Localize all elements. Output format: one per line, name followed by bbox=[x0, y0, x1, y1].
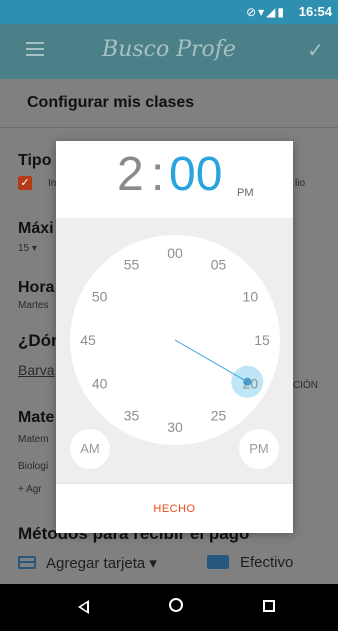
clock-face[interactable]: 00 05 10 15 20 25 30 35 40 45 50 55 bbox=[70, 235, 280, 445]
cash-option[interactable]: Efectivo bbox=[240, 554, 293, 571]
tipo-checkbox[interactable]: ✓ bbox=[18, 176, 32, 190]
minute-label-30[interactable]: 30 bbox=[167, 419, 183, 435]
navigation-bar bbox=[0, 584, 338, 631]
tipo-option-right: lio bbox=[295, 178, 306, 189]
donde-label: ¿Dón bbox=[18, 331, 62, 350]
app-bar: Busco Profe ✓ bbox=[0, 24, 338, 79]
status-icons: ⊘▾◢▮ bbox=[246, 5, 286, 19]
add-materia[interactable]: + Agr bbox=[18, 484, 42, 495]
minute-label-10[interactable]: 10 bbox=[243, 289, 259, 305]
minute-label-50[interactable]: 50 bbox=[92, 289, 108, 305]
section-header: Configurar mis clases bbox=[0, 79, 338, 128]
status-bar: ⊘▾◢▮ 16:54 bbox=[0, 0, 338, 24]
done-button[interactable]: HECHO bbox=[56, 503, 293, 515]
back-icon[interactable] bbox=[70, 596, 100, 618]
clock-dial[interactable]: 00 05 10 15 20 25 30 35 40 45 50 55 bbox=[70, 235, 280, 445]
donde-value[interactable]: Barva bbox=[18, 362, 55, 378]
minute-label-05[interactable]: 05 bbox=[211, 257, 227, 273]
minute-label-20[interactable]: 20 bbox=[243, 376, 259, 392]
credit-card-icon bbox=[18, 556, 36, 569]
add-card-dropdown[interactable]: Agregar tarjeta ▾ bbox=[46, 554, 157, 572]
materia-label: Mate bbox=[18, 409, 55, 426]
minute-label-55[interactable]: 55 bbox=[124, 257, 140, 273]
hour-display[interactable]: 2 bbox=[117, 147, 144, 202]
minute-label-35[interactable]: 35 bbox=[124, 407, 140, 423]
minute-label-25[interactable]: 25 bbox=[211, 407, 227, 423]
home-icon[interactable] bbox=[163, 596, 193, 618]
minute-label-15[interactable]: 15 bbox=[254, 332, 270, 348]
time-picker-dialog: 2 : 00 PM 00 05 10 15 20 25 30 35 40 45 50 55 AM PM… bbox=[56, 141, 293, 533]
app-title: Busco Profe bbox=[102, 37, 236, 62]
minute-label-00[interactable]: 00 bbox=[167, 245, 183, 261]
am-button[interactable]: AM bbox=[70, 429, 110, 469]
dialog-footer: HECHO bbox=[56, 483, 293, 533]
status-time: 16:54 bbox=[298, 4, 332, 19]
ampm-indicator[interactable]: PM bbox=[237, 187, 254, 199]
time-separator: : bbox=[151, 148, 165, 201]
maximo-label: Máxi bbox=[18, 220, 54, 237]
hora-value: Martes bbox=[18, 300, 49, 311]
cash-icon bbox=[207, 555, 229, 569]
section-title: Configurar mis clases bbox=[27, 94, 195, 111]
minute-display[interactable]: 00 bbox=[169, 147, 222, 202]
donde-value-right: CIÓN bbox=[293, 380, 318, 391]
pm-button[interactable]: PM bbox=[239, 429, 279, 469]
materia-value: Matem bbox=[18, 434, 49, 445]
check-icon[interactable]: ✓ bbox=[307, 38, 324, 63]
hora-label: Hora bbox=[18, 279, 55, 296]
clock-area: 00 05 10 15 20 25 30 35 40 45 50 55 AM PM bbox=[56, 218, 293, 483]
time-header: 2 : 00 PM bbox=[56, 141, 293, 218]
biologia-label: Biologí bbox=[18, 461, 49, 472]
minute-label-45[interactable]: 45 bbox=[80, 332, 96, 348]
minute-label-40[interactable]: 40 bbox=[92, 376, 108, 392]
clock-hand bbox=[174, 339, 248, 383]
tipo-label: Tipo bbox=[18, 152, 52, 169]
recents-icon[interactable] bbox=[255, 596, 285, 618]
maximo-value[interactable]: 15 ▾ bbox=[18, 243, 37, 254]
